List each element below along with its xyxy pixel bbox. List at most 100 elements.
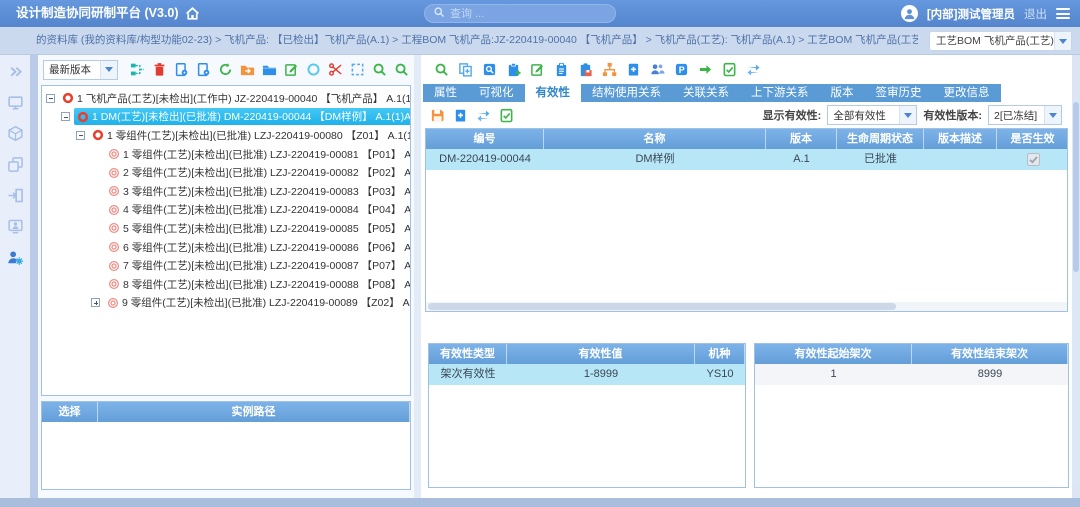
open-window-icon[interactable] xyxy=(239,62,255,78)
search-alt-icon[interactable] xyxy=(393,62,409,78)
folder-icon[interactable] xyxy=(261,62,277,78)
panel-splitter[interactable] xyxy=(414,55,421,498)
tree-node[interactable]: 9 零组件(工艺)[未检出](已批准) LZJ-220419-00089 【Z0… xyxy=(42,294,410,313)
cut-icon[interactable] xyxy=(327,62,343,78)
import-icon[interactable] xyxy=(6,186,24,204)
table-row[interactable]: 架次有效性1-8999YS10 xyxy=(429,364,745,385)
show-effectivity-select[interactable]: 全部有效性 xyxy=(827,105,917,125)
edit-doc-icon[interactable] xyxy=(529,62,545,78)
swap-icon[interactable] xyxy=(745,62,761,78)
refresh-icon[interactable] xyxy=(217,62,233,78)
process-icon[interactable]: P xyxy=(673,62,689,78)
doc-config-icon[interactable] xyxy=(173,62,189,78)
search-icon[interactable] xyxy=(371,62,387,78)
team-icon[interactable] xyxy=(649,62,665,78)
box-3d-icon[interactable] xyxy=(6,124,24,142)
table-row[interactable]: 18999 xyxy=(755,364,1068,385)
add-doc-icon[interactable] xyxy=(625,62,641,78)
save-icon[interactable] xyxy=(429,107,445,123)
doc-search-icon[interactable] xyxy=(481,62,497,78)
tab-attributes[interactable]: 属性 xyxy=(423,84,468,102)
sidebar-splitter[interactable] xyxy=(30,55,38,498)
search-icon[interactable] xyxy=(433,62,449,78)
checklist-icon[interactable] xyxy=(721,62,737,78)
detail-toolbar: P xyxy=(421,55,1072,84)
product-structure-tree: 1 飞机产品(工艺)[未检出](工作中) JZ-220419-00040 【飞机… xyxy=(41,85,411,396)
tab-up-downstream[interactable]: 上下游关系 xyxy=(740,84,820,102)
add-doc-icon[interactable] xyxy=(452,107,468,123)
tab-version[interactable]: 版本 xyxy=(820,84,865,102)
column-header: 编号 xyxy=(426,129,544,149)
unlink-node-icon[interactable] xyxy=(129,62,145,78)
tree-node[interactable]: 1 零组件(工艺)[未检出](已批准) LZJ-220419-00081 【P0… xyxy=(42,145,410,164)
doc-config-alt-icon[interactable] xyxy=(195,62,211,78)
monitor-icon[interactable] xyxy=(6,93,24,111)
tree-node[interactable]: 1 零组件(工艺)[未检出](已批准) LZJ-220419-00080 【Z0… xyxy=(42,126,410,145)
monitor-user-icon[interactable] xyxy=(6,217,24,235)
forward-icon[interactable] xyxy=(697,62,713,78)
tree-node[interactable]: 4 零组件(工艺)[未检出](已批准) LZJ-220419-00084 【P0… xyxy=(42,201,410,220)
tab-review-history[interactable]: 签审历史 xyxy=(865,84,933,102)
search-input[interactable] xyxy=(450,8,607,20)
layers-icon[interactable] xyxy=(6,155,24,173)
hierarchy-icon[interactable] xyxy=(601,62,617,78)
effective-checkbox[interactable] xyxy=(1027,153,1040,166)
logout-button[interactable]: 退出 xyxy=(1024,6,1047,22)
collapse-sidebar-icon[interactable] xyxy=(6,62,24,80)
validate-icon[interactable] xyxy=(498,107,514,123)
column-header: 机种 xyxy=(695,344,745,364)
tab-change-info[interactable]: 更改信息 xyxy=(933,84,1001,102)
expand-node-icon[interactable] xyxy=(91,298,100,307)
icon-sidebar xyxy=(0,55,30,498)
tree-node-label: 7 零组件(工艺)[未检出](已批准) LZJ-220419-00087 【P0… xyxy=(123,258,411,273)
copy-add-icon[interactable] xyxy=(457,62,473,78)
effectivity-table: 编号名称版本生命周期状态版本描述是否生效DM-220419-00044DM样例A… xyxy=(425,128,1068,312)
transfer-icon[interactable] xyxy=(475,107,491,123)
table-cell: DM样例 xyxy=(544,149,766,170)
table-header-row: 有效性类型有效性值机种 xyxy=(429,344,745,364)
version-filter-select[interactable]: 最新版本 xyxy=(43,60,118,80)
collapse-node-icon[interactable] xyxy=(61,112,70,121)
tree-node[interactable]: 8 零组件(工艺)[未检出](已批准) LZJ-220419-00088 【P0… xyxy=(42,275,410,294)
chevron-down-icon[interactable] xyxy=(899,106,916,124)
tree-node[interactable]: 7 零组件(工艺)[未检出](已批准) LZJ-220419-00087 【P0… xyxy=(42,256,410,275)
bottom-strip xyxy=(0,498,1080,507)
effectivity-version-select[interactable]: 2[已冻结] xyxy=(988,105,1062,125)
tab-structure-usage[interactable]: 结构使用关系 xyxy=(581,84,672,102)
chevron-down-icon[interactable] xyxy=(1044,106,1061,124)
edit-icon[interactable] xyxy=(283,62,299,78)
marquee-select-icon[interactable] xyxy=(349,62,365,78)
collapse-node-icon[interactable] xyxy=(46,94,55,103)
tree-node[interactable]: 1 DM(工艺)[未检出](已批准) DM-220419-00044 【DM样例… xyxy=(42,108,410,127)
tree-node[interactable]: 5 零组件(工艺)[未检出](已批准) LZJ-220419-00085 【P0… xyxy=(42,219,410,238)
horizontal-scrollbar-thumb[interactable] xyxy=(428,303,896,310)
tab-effectivity[interactable]: 有效性 xyxy=(525,84,582,102)
tab-association[interactable]: 关联关系 xyxy=(672,84,740,102)
table-cell: 已批准 xyxy=(837,149,924,170)
user-avatar-icon xyxy=(901,5,918,22)
table-row[interactable]: DM-220419-00044DM样例A.1已批准 xyxy=(426,149,1067,170)
tree-node[interactable]: 6 零组件(工艺)[未检出](已批准) LZJ-220419-00086 【P0… xyxy=(42,238,410,257)
tree-node[interactable]: 3 零组件(工艺)[未检出](已批准) LZJ-220419-00083 【P0… xyxy=(42,182,410,201)
tree-node-label: 8 零组件(工艺)[未检出](已批准) LZJ-220419-00088 【P0… xyxy=(123,277,411,292)
home-icon[interactable] xyxy=(184,5,201,22)
vertical-scrollbar-thumb[interactable] xyxy=(1073,102,1079,272)
context-selector[interactable]: 工艺BOM 飞机产品(工艺):JZ... xyxy=(929,31,1072,51)
loop-icon[interactable] xyxy=(305,62,321,78)
clipboard-icon[interactable] xyxy=(553,62,569,78)
collapse-node-icon[interactable] xyxy=(76,131,85,140)
tab-visualization[interactable]: 可视化 xyxy=(468,84,525,102)
column-header: 版本 xyxy=(766,129,837,149)
tree-node[interactable]: 2 零组件(工艺)[未检出](已批准) LZJ-220419-00082 【P0… xyxy=(42,163,410,182)
global-search[interactable] xyxy=(424,4,616,23)
team-settings-icon[interactable] xyxy=(6,248,24,266)
detail-tabs-row: 属性可视化有效性结构使用关系关联关系上下游关系版本签审历史更改信息 xyxy=(423,84,1001,102)
clipboard-save-icon[interactable] xyxy=(577,62,593,78)
clipboard-add-icon[interactable] xyxy=(505,62,521,78)
breadcrumb[interactable]: 的资料库 (我的资料库/构型功能02-23) > 飞机产品: 【已检出】飞机产品… xyxy=(36,27,918,54)
tree-node[interactable]: 1 飞机产品(工艺)[未检出](工作中) JZ-220419-00040 【飞机… xyxy=(42,89,410,108)
chevron-down-icon[interactable] xyxy=(1054,32,1071,50)
menu-icon[interactable] xyxy=(1056,8,1070,19)
delete-icon[interactable] xyxy=(151,62,167,78)
chevron-down-icon[interactable] xyxy=(100,61,117,79)
